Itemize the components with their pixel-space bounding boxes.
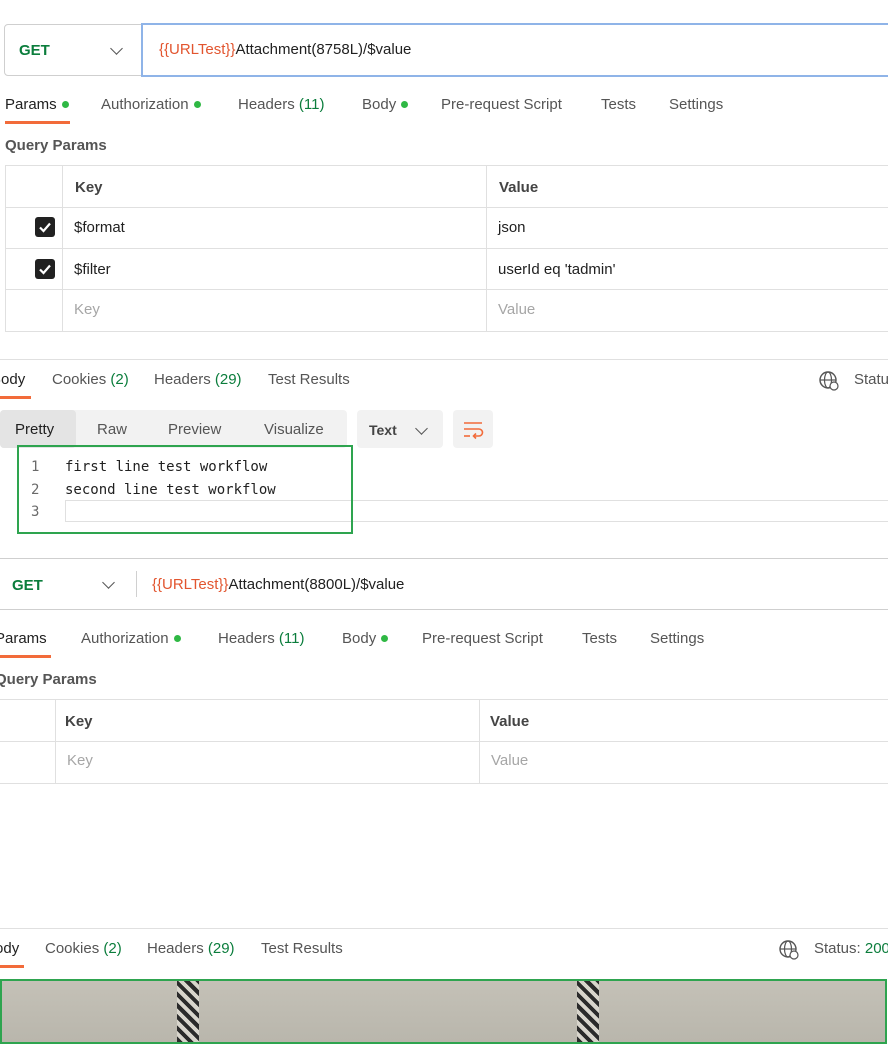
- param-key[interactable]: $format: [74, 219, 125, 236]
- tab-params[interactable]: Params: [5, 96, 69, 113]
- response-tab-body[interactable]: Body: [0, 940, 19, 957]
- response-tab-headers[interactable]: Headers (29): [147, 940, 235, 957]
- tab-headers[interactable]: Headers (11): [238, 96, 324, 113]
- tab-params-underline: [0, 655, 51, 658]
- column-header-value: Value: [490, 713, 530, 730]
- method-label: GET: [19, 42, 50, 59]
- response-tab-body-underline: [0, 965, 24, 968]
- view-raw-button[interactable]: Raw: [97, 421, 127, 438]
- new-value-input[interactable]: Value: [498, 301, 535, 318]
- url-input[interactable]: {{URLTest}}Attachment(8758L)/$value: [141, 23, 888, 77]
- response-tab-body[interactable]: Body: [0, 371, 25, 388]
- wrap-lines-button[interactable]: [453, 410, 493, 448]
- tab-body[interactable]: Body: [342, 630, 389, 647]
- globe-icon[interactable]: [778, 939, 800, 961]
- chevron-down-icon: [102, 576, 115, 589]
- response-tab-test-results[interactable]: Test Results: [268, 371, 350, 388]
- tab-settings[interactable]: Settings: [669, 96, 723, 113]
- tab-authorization[interactable]: Authorization: [101, 96, 201, 113]
- new-key-input[interactable]: Key: [67, 752, 93, 769]
- response-tab-cookies[interactable]: Cookies (2): [52, 371, 129, 388]
- column-header-value: Value: [499, 179, 539, 196]
- new-value-input[interactable]: Value: [491, 752, 528, 769]
- tab-params[interactable]: Params: [0, 630, 47, 647]
- row-checkbox[interactable]: [35, 217, 55, 237]
- response-tab-cookies[interactable]: Cookies (2): [45, 940, 122, 957]
- chevron-down-icon: [415, 422, 428, 435]
- tab-tests[interactable]: Tests: [582, 630, 617, 647]
- url-input[interactable]: {{URLTest}}Attachment(8800L)/$value: [152, 576, 404, 593]
- view-mode-segmented: Pretty Raw Preview Visualize: [0, 410, 347, 448]
- method-select[interactable]: GET: [4, 24, 143, 76]
- query-params-title: Query Params: [0, 671, 97, 688]
- view-pretty-label: Pretty: [15, 421, 55, 438]
- status-text: Status: 200: [814, 940, 888, 957]
- row-checkbox[interactable]: [35, 259, 55, 279]
- view-visualize-button[interactable]: Visualize: [264, 421, 324, 438]
- query-params-title: Query Params: [5, 137, 107, 154]
- tab-headers[interactable]: Headers (11): [218, 630, 304, 647]
- highlight-box: [17, 445, 353, 534]
- tab-tests[interactable]: Tests: [601, 96, 636, 113]
- chevron-down-icon: [110, 42, 123, 55]
- response-tab-body-underline: [0, 396, 31, 399]
- url-text: {{URLTest}}Attachment(8758L)/$value: [159, 41, 412, 58]
- method-label: GET: [12, 577, 43, 594]
- view-preview-button[interactable]: Preview: [168, 421, 221, 438]
- params-table: Key Value Key Value: [0, 699, 888, 784]
- globe-icon[interactable]: [818, 370, 840, 392]
- tab-settings[interactable]: Settings: [650, 630, 704, 647]
- tab-authorization[interactable]: Authorization: [81, 630, 181, 647]
- new-key-input[interactable]: Key: [74, 301, 100, 318]
- params-table: Key Value $format json $filter userId eq…: [5, 165, 888, 332]
- tab-body[interactable]: Body: [362, 96, 409, 113]
- param-value[interactable]: json: [498, 219, 526, 236]
- param-value[interactable]: userId eq 'tadmin': [498, 261, 615, 278]
- tab-pre-request-script[interactable]: Pre-request Script: [441, 96, 562, 113]
- format-label: Text: [369, 422, 397, 438]
- wrap-lines-icon: [464, 422, 484, 440]
- tab-pre-request-script[interactable]: Pre-request Script: [422, 630, 543, 647]
- param-key[interactable]: $filter: [74, 261, 111, 278]
- response-tab-headers[interactable]: Headers (29): [154, 371, 242, 388]
- format-select[interactable]: Text: [357, 410, 443, 448]
- method-select[interactable]: GET: [0, 566, 136, 604]
- status-label: Statu: [854, 371, 888, 388]
- response-tab-test-results[interactable]: Test Results: [261, 940, 343, 957]
- tab-params-underline: [5, 121, 70, 124]
- column-header-key: Key: [75, 179, 103, 196]
- column-header-key: Key: [65, 713, 93, 730]
- highlight-box: [0, 979, 887, 1044]
